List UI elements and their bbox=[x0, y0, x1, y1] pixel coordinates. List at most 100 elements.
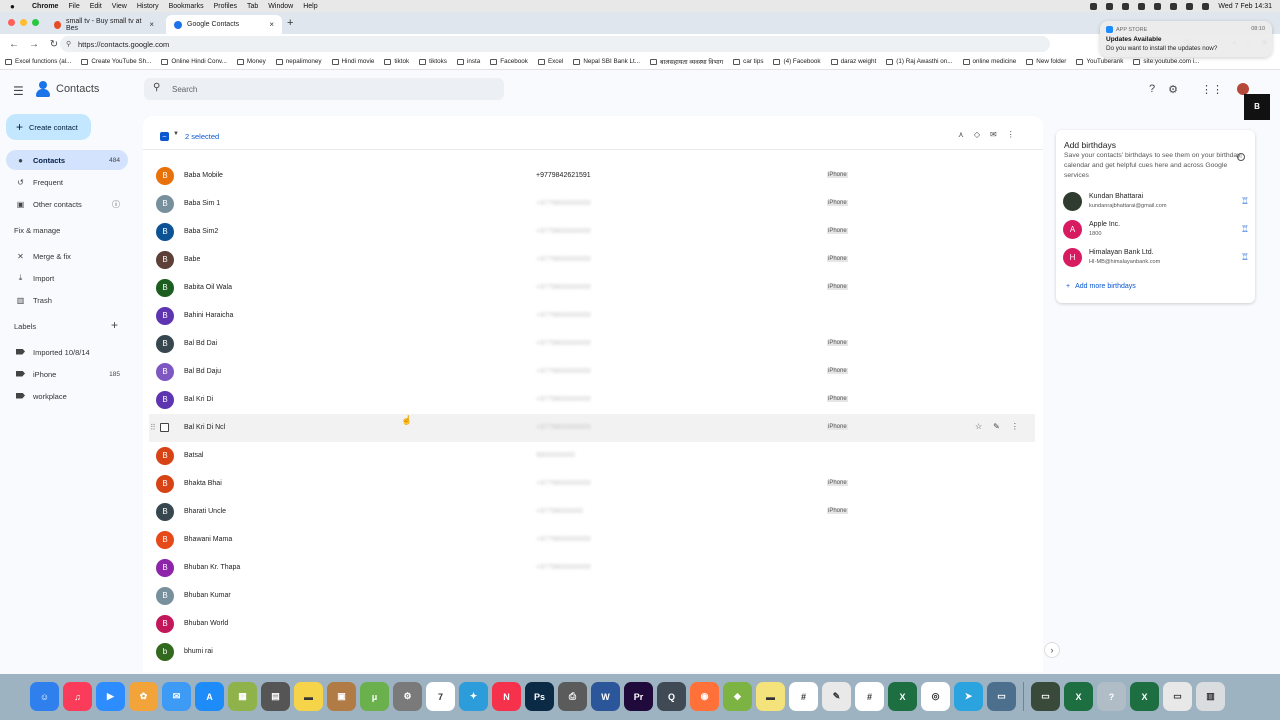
avatar[interactable]: B bbox=[156, 279, 174, 297]
avatar[interactable]: B bbox=[156, 447, 174, 465]
add-birthday-cake-icon[interactable]: ♖ bbox=[1241, 252, 1249, 263]
sidebar-item-other-contacts[interactable]: ▣ Other contacts ⓘ bbox=[6, 194, 128, 214]
menu-help[interactable]: Help bbox=[303, 3, 317, 10]
create-contact-button[interactable]: + Create contact bbox=[6, 114, 91, 140]
avatar[interactable]: B bbox=[156, 251, 174, 269]
row-checkbox[interactable] bbox=[160, 423, 169, 432]
sidebar-label-imported[interactable]: Imported 10/8/14 bbox=[6, 342, 128, 362]
overlay-badge[interactable]: B bbox=[1244, 94, 1270, 120]
sidebar-item-contacts[interactable]: ● Contacts 484 bbox=[6, 150, 128, 170]
contact-row[interactable]: b bhumi rai bbox=[149, 638, 1035, 666]
contact-row[interactable]: B Bharati Uncle +97798000000 iPhone bbox=[149, 498, 1035, 526]
calculator-icon[interactable]: ▤ bbox=[261, 682, 290, 711]
notes-icon[interactable]: ▬ bbox=[294, 682, 323, 711]
contacts-logo-icon[interactable] bbox=[36, 81, 50, 97]
select-all-checkbox[interactable]: – bbox=[160, 132, 169, 141]
info-icon[interactable]: ⓘ bbox=[112, 199, 120, 210]
apps-grid-icon[interactable]: ⋮⋮ bbox=[1201, 83, 1223, 96]
quicktime-icon[interactable]: Q bbox=[657, 682, 686, 711]
settings-gear-icon[interactable]: ⚙ bbox=[1168, 83, 1178, 96]
more-vert-icon[interactable]: ⋮ bbox=[1007, 130, 1015, 139]
avatar[interactable]: B bbox=[156, 559, 174, 577]
mail-icon[interactable]: ✉ bbox=[162, 682, 191, 711]
close-tab-icon[interactable]: × bbox=[269, 20, 274, 29]
tab-google-contacts[interactable]: Google Contacts × bbox=[166, 15, 282, 34]
birthday-person[interactable]: H Himalayan Bank Ltd. HI-MB@himalayanban… bbox=[1063, 246, 1251, 270]
birthday-person[interactable]: A Apple Inc. 1800 ♖ bbox=[1063, 218, 1251, 242]
zoom-window-icon[interactable] bbox=[32, 19, 39, 26]
contact-row[interactable]: B Bhuban Kr. Thapa +9779800000000 bbox=[149, 554, 1035, 582]
safari-icon[interactable]: ✦ bbox=[459, 682, 488, 711]
bookmark-item[interactable]: Excel bbox=[533, 58, 568, 65]
drag-handle-icon[interactable]: ⠿ bbox=[150, 423, 156, 432]
firefox-icon[interactable]: ◉ bbox=[690, 682, 719, 711]
utorrent-icon[interactable]: μ bbox=[360, 682, 389, 711]
main-menu-icon[interactable]: ☰ bbox=[13, 84, 24, 98]
bookmark-item[interactable]: tiktok bbox=[379, 58, 414, 65]
label-icon[interactable]: ◇ bbox=[974, 130, 980, 139]
bookmark-item[interactable]: Facebook bbox=[485, 58, 533, 65]
contact-row[interactable]: B Bal Bd Daju +9779800000000 iPhone bbox=[149, 358, 1035, 386]
avatar[interactable]: B bbox=[156, 307, 174, 325]
bookmark-item[interactable]: Create YouTube Sh... bbox=[76, 58, 156, 65]
contact-row[interactable]: ⠿ Bal Kri Di Ncl +9779800000000 iPhone ☆ ✎ ⋮ bbox=[149, 414, 1035, 442]
bookmark-item[interactable]: daraz weight bbox=[826, 58, 882, 65]
bookmark-item[interactable]: YouTuberank bbox=[1071, 58, 1128, 65]
app-title[interactable]: Contacts bbox=[56, 83, 99, 95]
menu-profiles[interactable]: Profiles bbox=[214, 3, 237, 10]
bookmark-item[interactable]: बालसहायता व्यवस्था विभाग bbox=[645, 57, 728, 66]
more-vert-icon[interactable]: ⋮ bbox=[1011, 422, 1019, 431]
bookmark-item[interactable]: nepalimoney bbox=[271, 58, 327, 65]
menu-view[interactable]: View bbox=[112, 3, 127, 10]
printer-icon[interactable]: ⎙ bbox=[558, 682, 587, 711]
menu-history[interactable]: History bbox=[137, 3, 159, 10]
contact-row[interactable]: B Baba Sim 1 +9779800000000 iPhone bbox=[149, 190, 1035, 218]
star-icon[interactable]: ☆ bbox=[975, 422, 982, 431]
wifi-icon[interactable] bbox=[1170, 2, 1178, 10]
news-icon[interactable]: N bbox=[492, 682, 521, 711]
finder-icon[interactable]: ☺ bbox=[30, 682, 59, 711]
screen-icon[interactable]: ▭ bbox=[1031, 682, 1060, 711]
settings-icon[interactable]: ⚙ bbox=[393, 682, 422, 711]
menubar-clock[interactable]: Wed 7 Feb 14:31 bbox=[1218, 3, 1272, 10]
menu-bookmarks[interactable]: Bookmarks bbox=[169, 3, 204, 10]
contact-row[interactable]: B Bahini Haraicha +9779800000000 bbox=[149, 302, 1035, 330]
reload-icon[interactable]: ↻ bbox=[48, 39, 60, 50]
address-bar[interactable]: ⚲ https://contacts.google.com bbox=[60, 36, 1050, 52]
contact-row[interactable]: B Baba Mobile +9779842621591 iPhone bbox=[149, 162, 1035, 190]
bookmark-item[interactable]: tiktoks bbox=[414, 58, 452, 65]
calendar-icon[interactable]: 7 bbox=[426, 682, 455, 711]
contact-row[interactable]: B Babita Oil Wala +9779800000000 iPhone bbox=[149, 274, 1035, 302]
add-more-birthdays-link[interactable]: + Add more birthdays bbox=[1066, 283, 1136, 290]
archive-icon[interactable]: ▣ bbox=[327, 682, 356, 711]
avatar[interactable]: B bbox=[156, 531, 174, 549]
bookmark-item[interactable]: Excel functions (al... bbox=[0, 58, 76, 65]
contact-row[interactable]: B Bhawani Mama +9779800000000 bbox=[149, 526, 1035, 554]
bookmark-item[interactable]: car tips bbox=[728, 58, 768, 65]
avatar[interactable]: B bbox=[156, 363, 174, 381]
selection-dropdown-icon[interactable]: ▼ bbox=[173, 131, 179, 137]
bookmark-item[interactable]: Hindi movie bbox=[327, 58, 380, 65]
avatar[interactable]: B bbox=[156, 503, 174, 521]
sidebar-item-import[interactable]: ⤓ Import bbox=[6, 268, 128, 288]
avatar[interactable]: B bbox=[156, 475, 174, 493]
contact-row[interactable]: B Babe +9779800000000 iPhone bbox=[149, 246, 1035, 274]
stickies-icon[interactable]: ▬ bbox=[756, 682, 785, 711]
premiere-icon[interactable]: Pr bbox=[624, 682, 653, 711]
contact-row[interactable]: B Bhuban Kumar bbox=[149, 582, 1035, 610]
merge-icon[interactable]: ⋏ bbox=[958, 130, 964, 139]
bookmark-item[interactable]: Online Hindi Conv... bbox=[156, 58, 232, 65]
window-icon[interactable]: ▭ bbox=[1163, 682, 1192, 711]
site-info-icon[interactable]: ⚲ bbox=[66, 40, 71, 48]
contact-row[interactable]: B Bal Kri Di +9779800000000 iPhone bbox=[149, 386, 1035, 414]
slack-icon[interactable]: # bbox=[789, 682, 818, 711]
menu-app-name[interactable]: Chrome bbox=[32, 3, 58, 10]
close-window-icon[interactable] bbox=[8, 19, 15, 26]
search-input[interactable]: ⚲ Search bbox=[144, 78, 504, 100]
menu-tab[interactable]: Tab bbox=[247, 3, 258, 10]
contact-row[interactable]: B Baba Sim2 +9779800000000 iPhone bbox=[149, 218, 1035, 246]
avatar[interactable]: b bbox=[156, 643, 174, 661]
music-icon[interactable]: ♫ bbox=[63, 682, 92, 711]
add-birthday-cake-icon[interactable]: ♖ bbox=[1241, 224, 1249, 235]
chrome-icon[interactable]: ◎ bbox=[921, 682, 950, 711]
